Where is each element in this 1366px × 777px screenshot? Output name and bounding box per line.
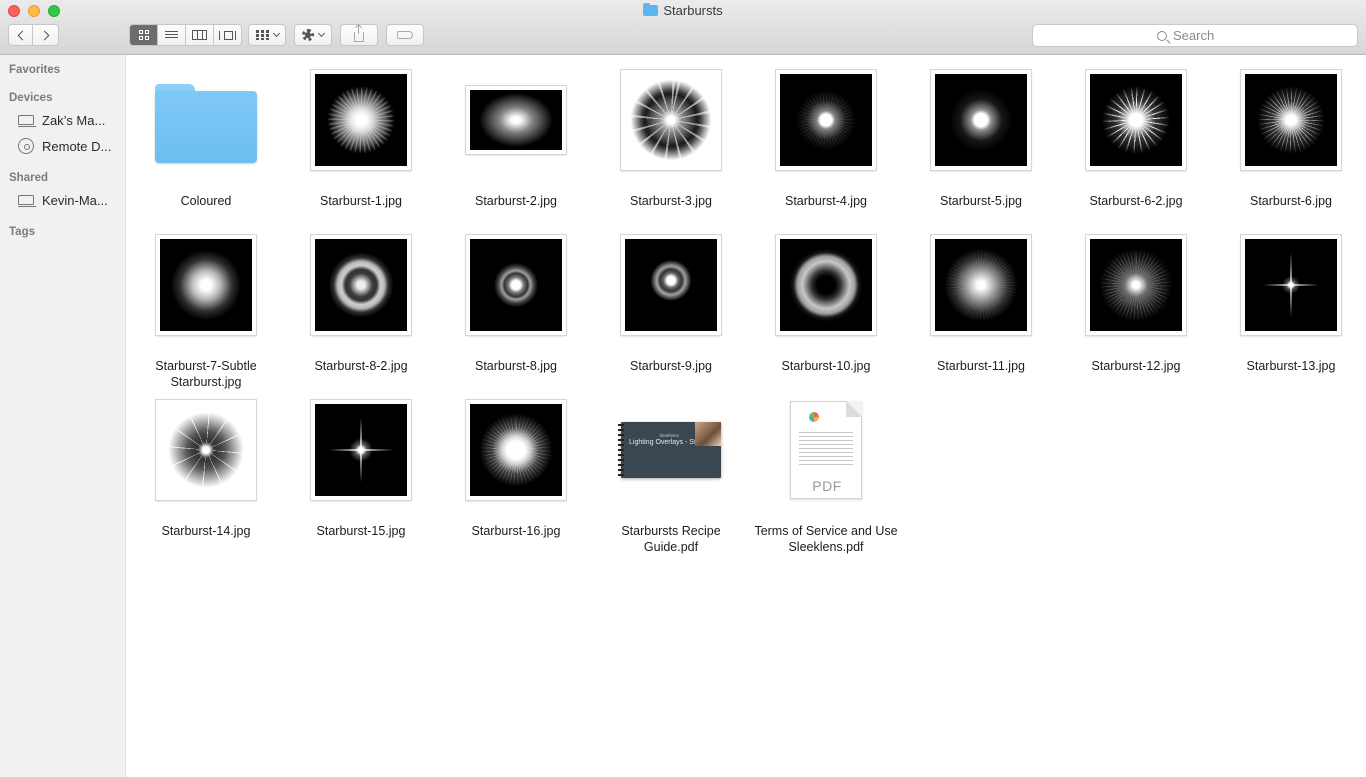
file-name: Starburst-11.jpg: [936, 359, 1025, 373]
file-name: Starburst-14.jpg: [161, 524, 251, 538]
image-thumbnail: [1241, 70, 1341, 170]
pdf-cover-thumbnail: Sleeklens Lighting Overlays - Starbursts: [618, 422, 721, 478]
forward-button[interactable]: [33, 24, 59, 46]
search-input[interactable]: [1173, 28, 1233, 43]
sidebar-item-label: Kevin-Ma...: [42, 192, 108, 208]
image-thumbnail: [1086, 70, 1186, 170]
pdf-document-icon: PDF: [790, 401, 862, 499]
file-name: Starburst-4.jpg: [785, 194, 867, 208]
image-thumbnail: [311, 400, 411, 500]
arrange-icon: [255, 30, 269, 40]
window-title: Starbursts: [0, 3, 1366, 18]
image-thumbnail: [1241, 235, 1341, 335]
image-thumbnail: [466, 400, 566, 500]
list-view-icon: [165, 30, 178, 40]
column-view-button[interactable]: [186, 25, 214, 45]
file-name: Starburst-7-Subtle Starburst.jpg: [155, 359, 257, 389]
sidebar-header-tags: Tags: [9, 226, 35, 238]
sidebar-header-shared: Shared: [9, 172, 48, 184]
image-thumbnail: [776, 70, 876, 170]
sidebar-item-label: Zak’s Ma...: [42, 112, 106, 128]
view-mode-selector: [129, 24, 242, 46]
chevron-down-icon: [317, 29, 326, 38]
share-icon: [354, 24, 364, 42]
disc-icon: [18, 138, 34, 154]
image-thumbnail: [621, 235, 721, 335]
action-button[interactable]: [294, 24, 332, 46]
file-name: Starburst-8.jpg: [475, 359, 557, 373]
image-thumbnail: [621, 70, 721, 170]
image-thumbnail: [311, 235, 411, 335]
laptop-icon: [18, 195, 36, 207]
file-name: Starburst-2.jpg: [475, 194, 557, 208]
laptop-icon: [18, 115, 36, 127]
tag-icon: [397, 31, 413, 39]
edit-tags-button[interactable]: [386, 24, 424, 46]
image-thumbnail: [1086, 235, 1186, 335]
image-thumbnail: [776, 235, 876, 335]
window-title-text: Starbursts: [663, 3, 723, 18]
file-icon-grid: Coloured Starburst-1.jpg Starburst-2.jpg…: [126, 55, 1366, 777]
image-thumbnail: [466, 235, 566, 335]
gear-icon: [302, 29, 314, 41]
sidebar-header-favorites: Favorites: [9, 64, 61, 76]
file-name: Starburst-16.jpg: [471, 524, 561, 538]
list-view-button[interactable]: [158, 25, 186, 45]
sidebar-item-kevin-mac[interactable]: Kevin-Ma...: [18, 191, 122, 209]
back-button[interactable]: [8, 24, 33, 46]
sidebar: Favorites Devices Zak’s Ma... Remote D..…: [0, 55, 126, 777]
image-thumbnail: [931, 70, 1031, 170]
cover-flow-icon: [219, 30, 236, 40]
file-name: Starburst-5.jpg: [940, 194, 1022, 208]
sidebar-item-label: Remote D...: [42, 138, 112, 154]
file-name: Starburst-8-2.jpg: [314, 359, 408, 373]
column-view-icon: [192, 30, 207, 40]
file-name: Starbursts Recipe Guide.pdf: [621, 524, 721, 554]
sleeklens-logo-icon: [809, 412, 819, 422]
image-thumbnail: [156, 235, 256, 335]
file-name: Starburst-15.jpg: [316, 524, 406, 538]
share-button[interactable]: [340, 24, 378, 46]
file-name: Coloured: [180, 194, 232, 208]
icon-view-button[interactable]: [130, 25, 158, 45]
file-name: Starburst-6.jpg: [1250, 194, 1332, 208]
file-name: Terms of Service and Use Sleeklens.pdf: [754, 524, 898, 554]
image-thumbnail: [466, 86, 566, 154]
image-thumbnail: [311, 70, 411, 170]
arrange-button[interactable]: [248, 24, 286, 46]
icon-view-icon: [138, 30, 149, 40]
sidebar-header-devices: Devices: [9, 92, 53, 104]
file-name: Starburst-13.jpg: [1246, 359, 1336, 373]
sidebar-item-remote-disc[interactable]: Remote D...: [18, 137, 122, 155]
folder-icon: [155, 84, 257, 164]
image-thumbnail: [931, 235, 1031, 335]
chevron-right-icon: [39, 30, 49, 40]
folder-icon: [643, 3, 659, 16]
image-thumbnail: [156, 400, 256, 500]
chevron-down-icon: [272, 29, 280, 38]
file-name: Starburst-1.jpg: [320, 194, 402, 208]
file-name: Starburst-12.jpg: [1091, 359, 1181, 373]
cover-flow-button[interactable]: [214, 25, 241, 45]
sidebar-item-zaks-mac[interactable]: Zak’s Ma...: [18, 111, 122, 129]
file-name: Starburst-3.jpg: [630, 194, 712, 208]
chevron-left-icon: [17, 30, 27, 40]
file-name: Starburst-6-2.jpg: [1089, 194, 1183, 208]
file-name: Starburst-9.jpg: [630, 359, 712, 373]
file-name: Starburst-10.jpg: [781, 359, 871, 373]
search-field[interactable]: [1032, 24, 1358, 47]
search-icon: [1157, 30, 1167, 41]
pdf-type-label: PDF: [812, 478, 842, 494]
window-toolbar: Starbursts: [0, 0, 1366, 55]
